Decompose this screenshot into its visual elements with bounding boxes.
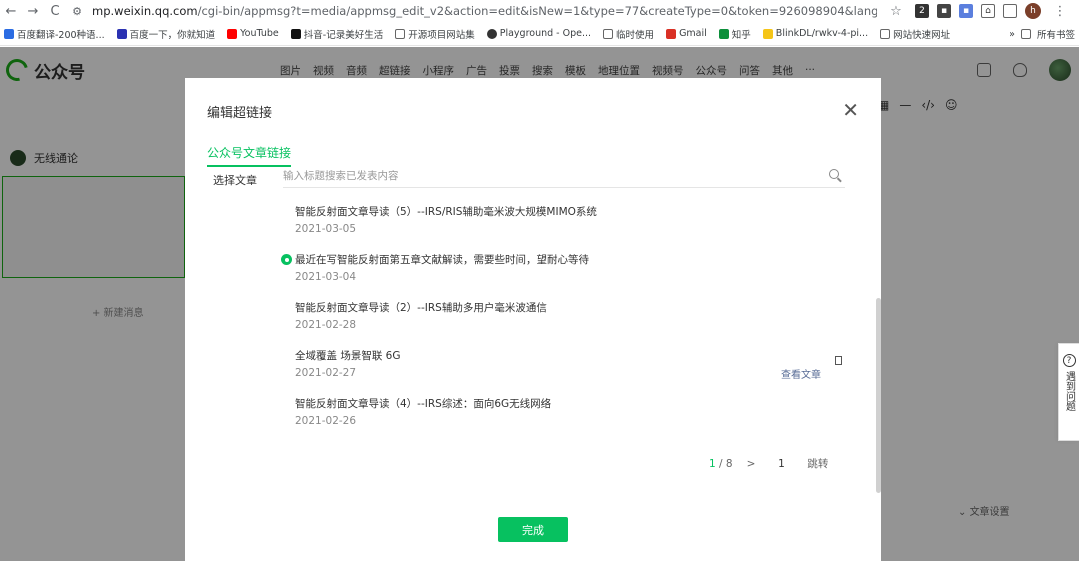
url-path: /cgi-bin/appmsg?t=media/appmsg_edit_v2&a…	[197, 4, 877, 18]
browser-url-bar: ← → C ⚙ mp.weixin.qq.com/cgi-bin/appmsg?…	[0, 0, 1079, 22]
search-box	[283, 166, 845, 188]
dialog-title: 编辑超链接	[207, 106, 273, 121]
list-item[interactable]: 智能反射面文章导读（2）--IRS辅助多用户毫米波通信 2021-02-28	[281, 296, 861, 344]
bookmark-label: YouTube	[240, 28, 279, 39]
bookmark-label: 开源项目网站集	[408, 29, 475, 41]
youtube-icon	[227, 28, 238, 39]
next-page-button[interactable]: >	[747, 458, 756, 470]
bookmark-label: BlinkDL/rwkv-4-pi...	[775, 28, 869, 39]
side-panel-icon[interactable]	[1003, 4, 1017, 18]
puzzle-icon[interactable]: ⌂	[981, 4, 995, 18]
bookmark-item[interactable]: Gmail	[666, 28, 707, 39]
huggingface-icon	[762, 28, 773, 39]
jump-button[interactable]: 跳转	[807, 456, 828, 471]
url-host: mp.weixin.qq.com	[92, 4, 198, 18]
edit-hyperlink-dialog: 编辑超链接 ✕ 公众号文章链接 选择文章 智能反射面文章导读（5）--IRS/R…	[185, 78, 881, 561]
bookmark-item[interactable]: 网站快速网址	[880, 27, 950, 41]
folder-icon	[880, 28, 891, 39]
bookmark-item[interactable]: 百度一下，你就知道	[116, 27, 216, 41]
site-settings-icon[interactable]: ⚙	[66, 5, 88, 18]
extension-icon[interactable]: ▪	[959, 4, 973, 18]
bookmarks-bar: 百度翻译-200种语... 百度一下，你就知道 YouTube 抖音-记录美好生…	[0, 22, 1079, 46]
article-date: 2021-03-04	[295, 271, 357, 283]
extension-icon[interactable]: 2	[915, 4, 929, 18]
bookmark-label: 百度一下，你就知道	[129, 29, 216, 41]
radio-selected-icon	[281, 254, 292, 265]
list-item[interactable]: 智能反射面文章导读（4）--IRS综述：面向6G无线网络 2021-02-26	[281, 392, 861, 436]
extension-area: ☆ 2 ▪ ▪ ⌂ h ⋮	[877, 3, 1079, 19]
other-bookmarks-link[interactable]: 所有书签	[1037, 27, 1075, 41]
mouse-cursor-icon	[835, 356, 842, 365]
folder-icon	[1020, 29, 1031, 39]
close-icon[interactable]: ✕	[842, 100, 859, 120]
bookmark-label: 临时使用	[616, 29, 655, 41]
bookmark-item[interactable]: YouTube	[227, 28, 279, 39]
article-title: 最近在写智能反射面第五章文献解读，需要些时间，望耐心等待	[295, 254, 589, 266]
bookmark-item[interactable]: 开源项目网站集	[395, 27, 475, 41]
zhihu-icon	[718, 28, 729, 39]
list-item[interactable]: 全域覆盖 场景智联 6G 2021-02-27 查看文章	[281, 344, 861, 392]
search-input[interactable]	[283, 166, 823, 186]
bookmark-item[interactable]: 百度翻译-200种语...	[4, 27, 105, 41]
help-panel[interactable]: ? 遇到问题	[1058, 343, 1079, 441]
current-page: 1	[709, 457, 716, 470]
list-item[interactable]: 智能反射面文章导读（5）--IRS/RIS辅助毫米波大规模MIMO系统 2021…	[281, 200, 861, 248]
list-item[interactable]: 最近在写智能反射面第五章文献解读，需要些时间，望耐心等待 2021-03-04	[281, 248, 861, 296]
article-date: 2021-02-26	[295, 415, 357, 427]
select-article-label: 选择文章	[213, 174, 257, 187]
address-bar[interactable]: mp.weixin.qq.com/cgi-bin/appmsg?t=media/…	[88, 4, 877, 18]
bookmark-label: Playground - Ope...	[499, 28, 592, 39]
dialog-scrollbar[interactable]	[876, 298, 881, 493]
bookmark-label: 抖音-记录美好生活	[303, 29, 384, 41]
openai-icon	[486, 28, 497, 39]
article-list: 智能反射面文章导读（5）--IRS/RIS辅助毫米波大规模MIMO系统 2021…	[281, 200, 861, 436]
bookmark-item[interactable]: BlinkDL/rwkv-4-pi...	[762, 28, 869, 39]
forward-arrow-icon[interactable]: →	[22, 4, 44, 19]
back-arrow-icon[interactable]: ←	[0, 4, 22, 19]
bookmark-favicon-icon	[4, 28, 14, 39]
page-jump-input[interactable]: 1	[769, 458, 793, 470]
search-icon[interactable]	[829, 169, 839, 179]
bookmark-item[interactable]: 知乎	[718, 27, 751, 41]
help-label: 遇到问题	[1063, 371, 1075, 411]
question-icon: ?	[1062, 354, 1076, 367]
gmail-icon	[666, 28, 677, 39]
done-button[interactable]: 完成	[498, 517, 568, 542]
view-article-link[interactable]: 查看文章	[781, 366, 821, 381]
bookmarks-more-button[interactable]: »	[1009, 29, 1015, 40]
bookmark-item[interactable]: 抖音-记录美好生活	[290, 27, 384, 41]
bookmark-favicon-icon	[116, 28, 127, 39]
bookmark-star-icon[interactable]: ☆	[885, 4, 907, 19]
article-title: 智能反射面文章导读（2）--IRS辅助多用户毫米波通信	[295, 302, 547, 314]
reload-icon[interactable]: C	[44, 4, 66, 19]
total-pages: / 8	[719, 457, 733, 470]
bookmark-label: Gmail	[679, 28, 707, 39]
bookmark-label: 网站快速网址	[893, 29, 951, 41]
article-date: 2021-02-27	[295, 367, 357, 379]
pagination: 1 / 8 > 1 跳转	[709, 456, 828, 471]
bookmarks-overflow: » 所有书签	[1003, 22, 1075, 45]
bookmark-item[interactable]: 临时使用	[603, 27, 654, 41]
article-title: 智能反射面文章导读（5）--IRS/RIS辅助毫米波大规模MIMO系统	[295, 206, 597, 218]
article-title: 智能反射面文章导读（4）--IRS综述：面向6G无线网络	[295, 398, 552, 410]
profile-avatar[interactable]: h	[1025, 3, 1041, 19]
bookmark-item[interactable]: Playground - Ope...	[486, 28, 592, 39]
extension-icon[interactable]: ▪	[937, 4, 951, 18]
folder-icon	[395, 28, 406, 39]
tiktok-icon	[290, 28, 301, 39]
article-date: 2021-02-28	[295, 319, 357, 331]
tab-official-account-article[interactable]: 公众号文章链接	[207, 144, 292, 167]
article-title: 全域覆盖 场景智联 6G	[295, 350, 401, 362]
page-indicator: 1 / 8	[709, 458, 733, 470]
bookmark-label: 知乎	[731, 29, 751, 41]
bookmark-label: 百度翻译-200种语...	[17, 29, 105, 41]
menu-dots-icon[interactable]: ⋮	[1049, 4, 1071, 19]
article-date: 2021-03-05	[295, 223, 357, 235]
folder-icon	[603, 28, 614, 39]
